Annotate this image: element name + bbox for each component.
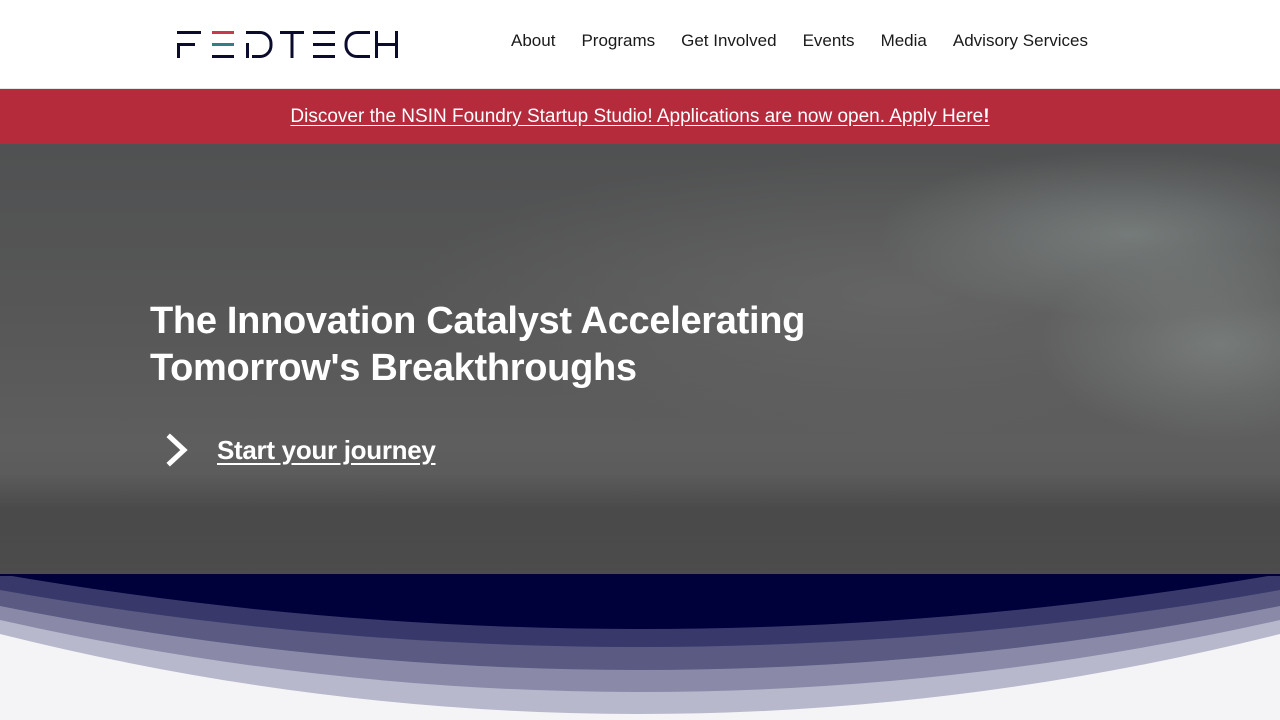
curved-wave-divider <box>0 574 1280 720</box>
nav-media[interactable]: Media <box>868 31 940 51</box>
nav-programs[interactable]: Programs <box>568 31 668 51</box>
announcement-link[interactable]: Discover the NSIN Foundry Startup Studio… <box>290 106 989 128</box>
nav-about[interactable]: About <box>498 31 568 51</box>
nav-events[interactable]: Events <box>790 31 868 51</box>
site-header: About Programs Get Involved Events Media… <box>0 0 1280 89</box>
hero-background-horizon <box>0 474 1280 574</box>
hero-title-line-1: The Innovation Catalyst Accelerating <box>150 300 806 342</box>
announcement-banner: Discover the NSIN Foundry Startup Studio… <box>0 89 1280 144</box>
start-journey-link[interactable]: Start your journey <box>160 432 436 468</box>
hero-title: The Innovation Catalyst Accelerating Tom… <box>150 298 870 392</box>
chevron-right-icon <box>166 433 188 467</box>
announcement-emphasis: ! <box>983 105 990 127</box>
fedtech-logo[interactable] <box>176 30 400 60</box>
hero-section: The Innovation Catalyst Accelerating Tom… <box>0 144 1280 574</box>
main-nav: About Programs Get Involved Events Media… <box>498 31 1101 51</box>
nav-get-involved[interactable]: Get Involved <box>668 31 789 51</box>
nav-advisory-services[interactable]: Advisory Services <box>940 31 1101 51</box>
start-journey-label: Start your journey <box>217 434 436 465</box>
hero-title-line-2: Tomorrow's Breakthroughs <box>150 347 637 389</box>
announcement-text: Discover the NSIN Foundry Startup Studio… <box>290 105 984 127</box>
